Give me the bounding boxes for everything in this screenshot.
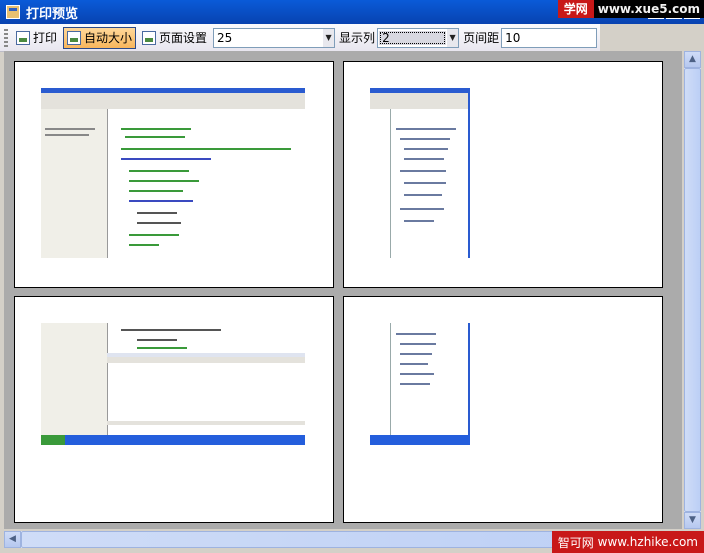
window-title: 打印预览 bbox=[26, 6, 79, 22]
page-setup-button[interactable]: 页面设置 bbox=[138, 27, 211, 49]
watermark-bottom-url: www.hzhike.com bbox=[597, 535, 698, 549]
watermark-bottom: 智可网 www.hzhike.com bbox=[551, 531, 704, 553]
preview-page-2 bbox=[343, 61, 663, 288]
chevron-down-icon[interactable]: ▼ bbox=[447, 28, 459, 47]
columns-value: 2 bbox=[379, 30, 447, 45]
watermark-top: 学网 www.xue5.com bbox=[557, 0, 704, 18]
watermark-brand: 学网 bbox=[557, 0, 594, 18]
autosize-label: 自动大小 bbox=[84, 31, 133, 45]
page-setup-label: 页面设置 bbox=[159, 31, 208, 45]
toolbar: 打印 自动大小 页面设置 25 ▼ 显示列 2 ▼ 页间距 10 bbox=[0, 24, 600, 52]
preview-area[interactable] bbox=[4, 51, 682, 529]
scroll-left-icon[interactable]: ◀ bbox=[4, 531, 21, 548]
scroll-up-icon[interactable]: ▲ bbox=[684, 51, 701, 68]
title-bar: 打印预览 _ □ × 学网 www.xue5.com bbox=[0, 0, 704, 24]
columns-label: 显示列 bbox=[339, 31, 376, 45]
autosize-button[interactable]: 自动大小 bbox=[63, 26, 137, 49]
print-icon bbox=[16, 30, 30, 45]
vertical-scrollbar[interactable]: ▲ ▼ bbox=[684, 51, 701, 529]
preview-page-4 bbox=[343, 296, 663, 523]
page-1-content bbox=[41, 88, 305, 258]
scroll-down-icon[interactable]: ▼ bbox=[684, 512, 701, 529]
page-2-content bbox=[370, 88, 470, 258]
spacing-input[interactable]: 10 bbox=[501, 27, 598, 48]
preview-page-3 bbox=[14, 296, 334, 523]
columns-combo[interactable]: 2 ▼ bbox=[377, 27, 460, 48]
autosize-icon bbox=[67, 30, 82, 45]
chevron-down-icon[interactable]: ▼ bbox=[323, 28, 335, 47]
app-icon bbox=[6, 5, 20, 19]
vertical-scroll-thumb[interactable] bbox=[684, 68, 701, 512]
page-4-content bbox=[370, 323, 470, 445]
zoom-combo[interactable]: 25 ▼ bbox=[213, 27, 336, 48]
zoom-value: 25 bbox=[217, 30, 233, 45]
spacing-label: 页间距 bbox=[463, 31, 500, 45]
page-3-content bbox=[41, 323, 305, 445]
page-setup-icon bbox=[142, 30, 157, 45]
watermark-bottom-brand: 智可网 bbox=[557, 535, 594, 550]
spacing-value: 10 bbox=[505, 30, 521, 45]
watermark-url: www.xue5.com bbox=[597, 2, 700, 16]
print-label: 打印 bbox=[33, 31, 58, 45]
preview-page-1 bbox=[14, 61, 334, 288]
print-button[interactable]: 打印 bbox=[12, 27, 61, 49]
toolbar-grip-icon[interactable] bbox=[4, 28, 8, 47]
